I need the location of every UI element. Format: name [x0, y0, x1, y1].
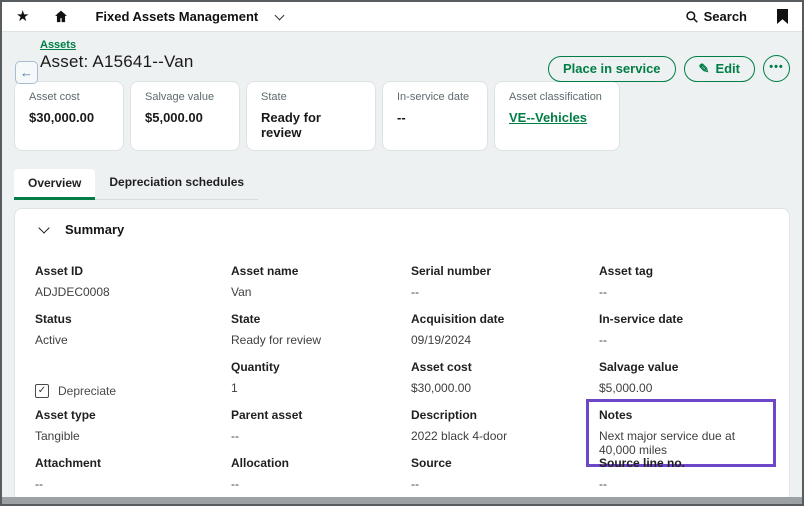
field-asset-name: Asset name Van	[231, 264, 411, 312]
page-header: Assets ← Asset: A15641--Van Place in ser…	[2, 32, 802, 72]
tab-bar: Overview Depreciation schedules	[14, 168, 258, 200]
field-notes: Notes Next major service due at 40,000 m…	[599, 408, 769, 456]
collapse-chevron-icon	[38, 222, 49, 233]
field-parent-asset: Parent asset --	[231, 408, 411, 456]
depreciate-checkbox[interactable]: ✓	[35, 384, 49, 398]
global-search[interactable]: Search	[685, 9, 747, 24]
back-button[interactable]: ←	[15, 61, 38, 84]
card-salvage-value: Salvage value $5,000.00	[130, 81, 240, 151]
card-state: State Ready for review	[246, 81, 376, 151]
card-asset-cost: Asset cost $30,000.00	[14, 81, 124, 151]
home-icon[interactable]	[53, 9, 69, 24]
field-asset-id: Asset ID ADJDEC0008	[35, 264, 231, 312]
asset-classification-link[interactable]: VE--Vehicles	[509, 110, 605, 125]
field-depreciate: ✓ Depreciate	[35, 360, 231, 408]
chevron-down-icon[interactable]	[275, 10, 285, 20]
search-label: Search	[704, 9, 747, 24]
search-icon	[685, 10, 699, 24]
favorite-star-icon[interactable]: ★	[16, 9, 29, 24]
top-bar: ★ Fixed Assets Management Search	[2, 2, 802, 32]
place-in-service-button[interactable]: Place in service	[548, 56, 676, 82]
summary-field-grid: Asset ID ADJDEC0008 Asset name Van Seria…	[35, 264, 769, 504]
page-title: Asset: A15641--Van	[40, 52, 194, 72]
card-asset-classification: Asset classification VE--Vehicles	[494, 81, 620, 151]
pencil-icon: ✎	[699, 61, 710, 77]
field-description: Description 2022 black 4-door	[411, 408, 599, 456]
summary-section-header[interactable]: Summary	[35, 222, 769, 237]
field-asset-type: Asset type Tangible	[35, 408, 231, 456]
field-asset-cost: Asset cost $30,000.00	[411, 360, 599, 408]
edit-button[interactable]: ✎ Edit	[684, 56, 755, 82]
app-window: ★ Fixed Assets Management Search Assets …	[0, 0, 804, 506]
field-acquisition-date: Acquisition date 09/19/2024	[411, 312, 599, 360]
bookmark-icon[interactable]	[777, 9, 788, 24]
field-serial-number: Serial number --	[411, 264, 599, 312]
field-quantity: Quantity 1	[231, 360, 411, 408]
field-in-service-date: In-service date --	[599, 312, 769, 360]
summary-panel: Summary Asset ID ADJDEC0008 Asset name V…	[14, 208, 790, 506]
more-actions-button[interactable]: •••	[763, 55, 790, 82]
breadcrumb[interactable]: Assets	[40, 39, 790, 51]
metric-cards: Asset cost $30,000.00 Salvage value $5,0…	[14, 81, 790, 151]
depreciate-label: Depreciate	[58, 384, 116, 398]
field-status: Status Active	[35, 312, 231, 360]
field-state: State Ready for review	[231, 312, 411, 360]
horizontal-scrollbar[interactable]	[2, 497, 802, 504]
tab-depreciation-schedules[interactable]: Depreciation schedules	[95, 168, 258, 199]
header-actions: Place in service ✎ Edit •••	[548, 55, 790, 82]
field-asset-tag: Asset tag --	[599, 264, 769, 312]
app-switcher-label[interactable]: Fixed Assets Management	[95, 9, 258, 24]
tab-overview[interactable]: Overview	[14, 169, 95, 200]
card-in-service-date: In-service date --	[382, 81, 488, 151]
summary-section-title: Summary	[65, 222, 124, 237]
